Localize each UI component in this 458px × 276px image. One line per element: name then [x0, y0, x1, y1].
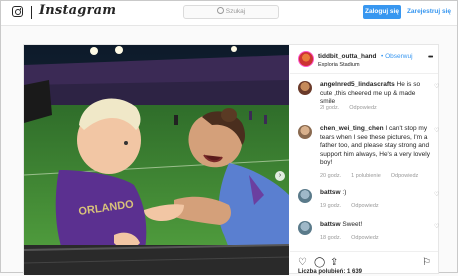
comment-item: battsw :) 19 godz. Odpowiedz ♡	[298, 189, 439, 213]
comment-meta: 18 godz. Odpowiedz	[320, 235, 389, 241]
comment-text: chen_wei_ting_chen I can't stop my tears…	[320, 125, 432, 168]
comment-message: :)	[342, 189, 347, 196]
comment-item: battsw Sweet! 18 godz. Odpowiedz ♡	[298, 221, 439, 245]
next-photo-button[interactable]: ›	[275, 171, 285, 181]
comment-meta: 20 godz. 1 polubienie Odpowiedz	[320, 173, 428, 179]
comment-username[interactable]: battsw	[320, 221, 341, 228]
post-card: ORLANDO › tiddbit_outta_hand • Obserwuj	[23, 44, 439, 275]
like-heart-icon[interactable]: ♡	[298, 257, 307, 268]
reply-link[interactable]: Odpowiedz	[349, 105, 377, 111]
like-comment-heart-icon[interactable]: ♡	[434, 127, 439, 134]
comment-username[interactable]: battsw	[320, 189, 341, 196]
like-comment-heart-icon[interactable]: ♡	[434, 83, 439, 90]
like-comment-heart-icon[interactable]: ♡	[434, 191, 439, 198]
commenter-avatar[interactable]	[298, 125, 312, 139]
comment-time[interactable]: 18 godz.	[320, 235, 341, 241]
instagram-camera-icon[interactable]	[12, 6, 23, 17]
like-comment-heart-icon[interactable]: ♡	[434, 223, 439, 230]
comment-meta: 19 godz. Odpowiedz	[320, 203, 389, 209]
signup-link[interactable]: Zarejestruj się	[405, 5, 453, 19]
share-icon[interactable]: ⇪	[330, 257, 338, 268]
comment-username[interactable]: chen_wei_ting_chen	[320, 125, 384, 132]
comment-likes[interactable]: 1 polubienie	[351, 173, 381, 179]
commenter-avatar[interactable]	[298, 221, 312, 235]
comment-item: angelnred5_lindascrafts He is so cute ,t…	[298, 81, 439, 115]
post-sidebar: tiddbit_outta_hand • Obserwuj Exploria S…	[290, 45, 439, 275]
commenter-avatar[interactable]	[298, 81, 312, 95]
comment-time[interactable]: 19 godz.	[320, 203, 341, 209]
follow-label: Obserwuj	[385, 53, 413, 60]
post-header: tiddbit_outta_hand • Obserwuj Exploria S…	[290, 45, 438, 74]
post-photo[interactable]: ORLANDO ›	[24, 45, 289, 275]
bookmark-icon[interactable]: ⚐	[422, 257, 431, 268]
search-input[interactable]: Szukaj	[183, 5, 279, 19]
likes-count[interactable]: Liczba polubień: 1 639	[298, 269, 362, 275]
reply-link[interactable]: Odpowiedz	[391, 173, 419, 179]
browser-frame: Instagram Szukaj Zaloguj się Zarejestruj…	[0, 0, 458, 275]
comment-bubble-icon[interactable]: ◯	[314, 257, 325, 268]
chevron-right-icon: ›	[278, 172, 282, 179]
author-username[interactable]: tiddbit_outta_hand	[318, 53, 377, 60]
reply-link[interactable]: Odpowiedz	[351, 203, 379, 209]
comment-time[interactable]: 2l godz.	[320, 105, 339, 111]
more-options-icon[interactable]: •••	[428, 54, 433, 61]
comment-username[interactable]: angelnred5_lindascrafts	[320, 81, 395, 88]
instagram-wordmark[interactable]: Instagram	[39, 3, 116, 18]
comment-time[interactable]: 20 godz.	[320, 173, 341, 179]
post-photo-image: ORLANDO	[24, 45, 289, 275]
comment-text: battsw Sweet!	[320, 221, 432, 230]
logo-divider	[31, 6, 32, 19]
search-icon	[216, 6, 224, 14]
commenter-avatar[interactable]	[298, 189, 312, 203]
comment-meta: 2l godz. Odpowiedz	[320, 105, 387, 111]
reply-link[interactable]: Odpowiedz	[351, 235, 379, 241]
comment-message: Sweet!	[342, 221, 363, 228]
author-avatar[interactable]	[298, 51, 314, 67]
follow-button[interactable]: • Obserwuj	[381, 53, 413, 60]
top-nav: Instagram Szukaj Zaloguj się Zarejestruj…	[1, 1, 457, 26]
login-button[interactable]: Zaloguj się	[363, 5, 401, 19]
comment-text: battsw :)	[320, 189, 432, 198]
post-location[interactable]: Exploria Stadium	[318, 62, 360, 68]
comment-item: chen_wei_ting_chen I can't stop my tears…	[298, 125, 439, 185]
search-placeholder: Szukaj	[225, 8, 246, 15]
comment-text: angelnred5_lindascrafts He is so cute ,t…	[320, 81, 432, 107]
